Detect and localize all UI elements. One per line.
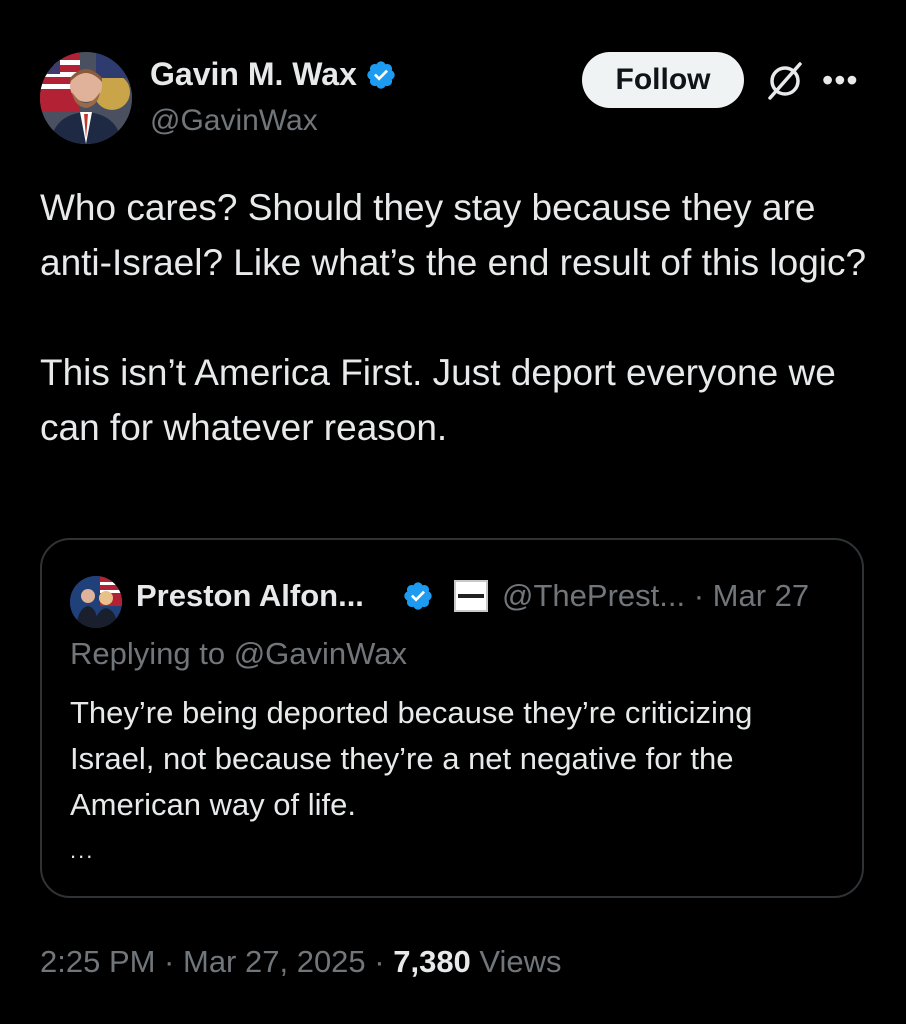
quoted-avatar-image: [70, 576, 122, 628]
quoted-tweet-card[interactable]: Preston Alfon... @ThePrest... · Mar 27 R…: [40, 538, 864, 898]
quoted-more-ellipsis: ...: [70, 838, 95, 863]
more-options-icon[interactable]: •••: [822, 64, 859, 96]
quoted-author-name[interactable]: Preston Alfon...: [136, 576, 364, 616]
grok-slash-icon[interactable]: [764, 60, 806, 102]
author-handle[interactable]: @GavinWax: [150, 104, 318, 138]
views-label: Views: [470, 944, 562, 979]
quoted-author-avatar[interactable]: [70, 576, 122, 628]
affiliation-logo-icon: [458, 594, 484, 598]
tweet-body: Who cares? Should they stay because they…: [40, 180, 870, 455]
quoted-tweet-text: They’re being deported because they’re c…: [70, 695, 753, 822]
tweet-paragraph: Who cares? Should they stay because they…: [40, 187, 867, 283]
verified-badge-icon: [367, 60, 395, 89]
author-name[interactable]: Gavin M. Wax: [150, 56, 357, 93]
follow-button[interactable]: Follow: [582, 52, 744, 108]
author-name-row[interactable]: Gavin M. Wax: [150, 56, 397, 93]
tweet-paragraph: This isn’t America First. Just deport ev…: [40, 352, 836, 448]
avatar-image: [40, 52, 132, 144]
author-avatar[interactable]: [40, 52, 132, 144]
tweet-meta: 2:25 PM · Mar 27, 2025 · 7,380 Views: [40, 940, 562, 984]
verified-badge-icon: [404, 582, 432, 610]
replying-to-label: Replying to @GavinWax: [70, 636, 408, 671]
timestamp[interactable]: 2:25 PM · Mar 27, 2025 ·: [40, 944, 393, 979]
views-count: 7,380: [393, 944, 471, 979]
affiliation-badge-icon: [454, 580, 488, 612]
quoted-handle-date[interactable]: @ThePrest... · Mar 27: [502, 576, 809, 616]
